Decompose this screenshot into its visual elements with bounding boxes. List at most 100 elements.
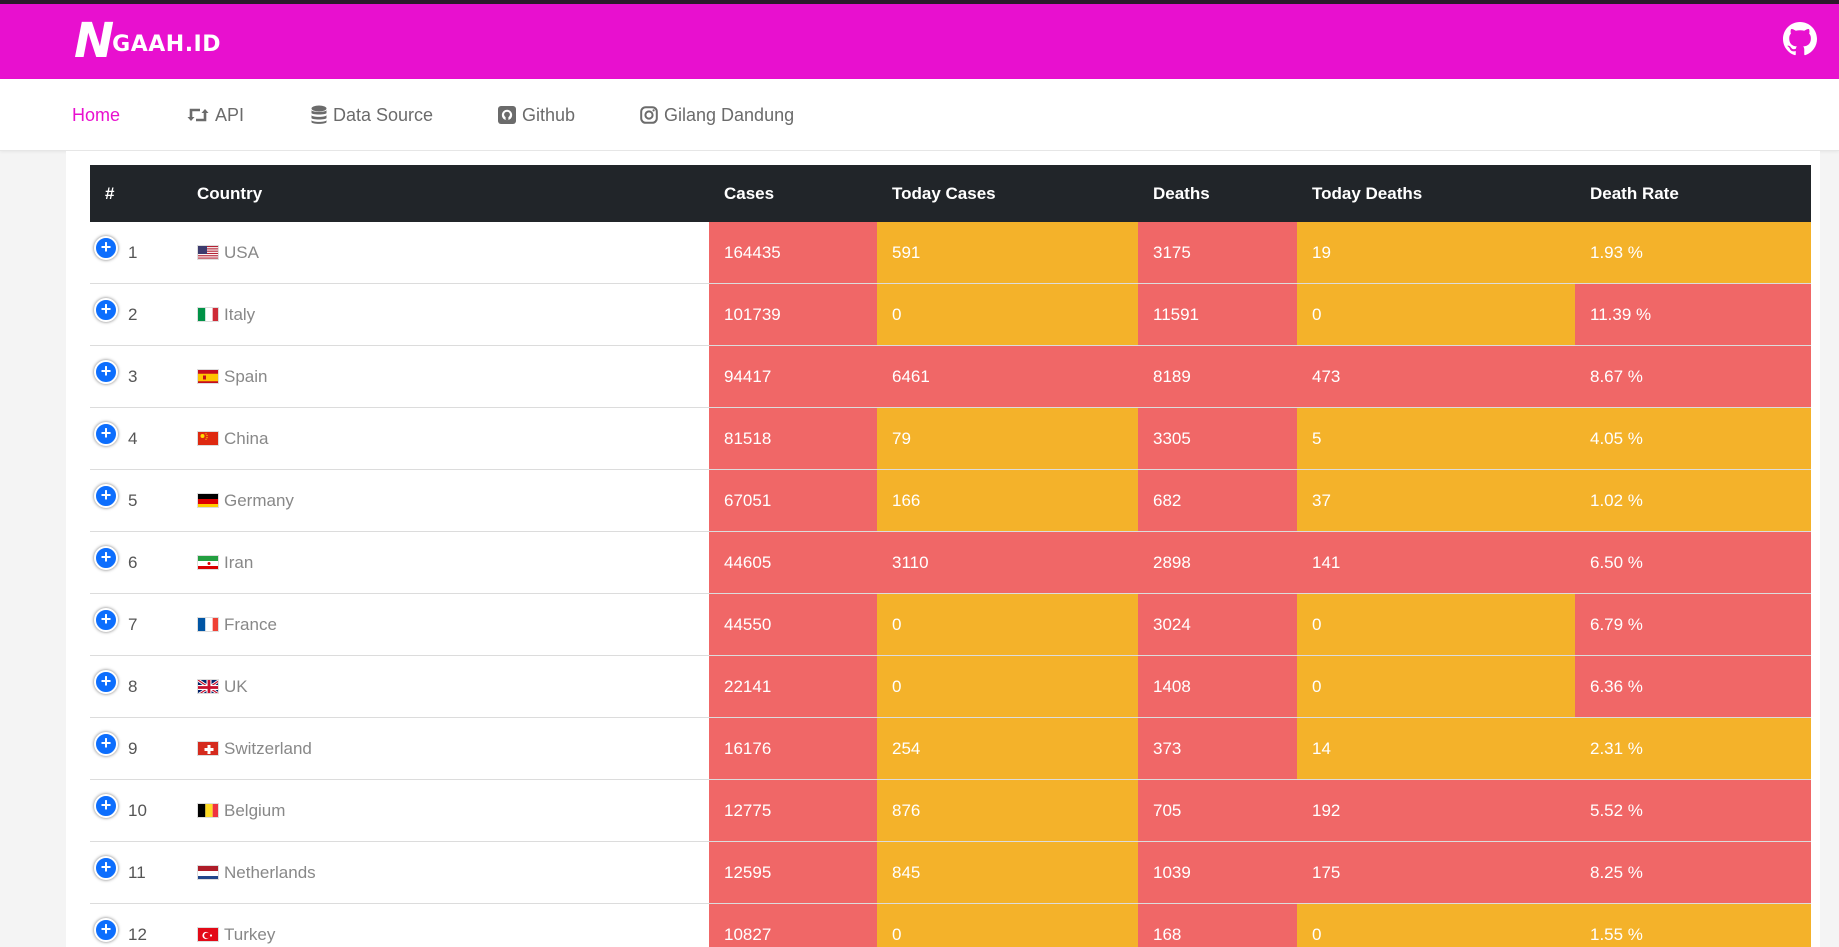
- today-deaths-cell: 37: [1297, 470, 1575, 531]
- deaths-cell: 682: [1138, 470, 1297, 531]
- nav-home[interactable]: Home: [72, 79, 120, 151]
- row-rank: 4: [128, 429, 138, 448]
- cases-cell: 12775: [709, 780, 877, 841]
- es-flag-icon: [197, 369, 219, 384]
- header-rank[interactable]: #: [105, 165, 114, 222]
- expand-row-icon[interactable]: +: [94, 298, 118, 322]
- header-death-rate[interactable]: Death Rate: [1590, 165, 1679, 222]
- expand-row-icon[interactable]: +: [94, 732, 118, 756]
- nav-api[interactable]: API: [187, 79, 244, 151]
- country-name[interactable]: Iran: [224, 532, 253, 593]
- deaths-cell: 3024: [1138, 594, 1297, 655]
- today-cases-cell: 6461: [877, 346, 1138, 407]
- deaths-cell: 2898: [1138, 532, 1297, 593]
- table-row[interactable]: +12 Turkey 10827 0 168 0 1.55 %: [90, 904, 1811, 947]
- nav-instagram-label: Gilang Dandung: [664, 104, 795, 125]
- cases-cell: 44550: [709, 594, 877, 655]
- table-row[interactable]: +1 USA 164435 591 3175 19 1.93 %: [90, 222, 1811, 284]
- expand-row-icon[interactable]: +: [94, 608, 118, 632]
- header-deaths[interactable]: Deaths: [1153, 165, 1210, 222]
- country-name[interactable]: UK: [224, 656, 248, 717]
- expand-row-icon[interactable]: +: [94, 856, 118, 880]
- brand-logo[interactable]: N GAAH.ID: [74, 13, 221, 69]
- cn-flag-icon: [197, 431, 219, 446]
- cases-cell: 44605: [709, 532, 877, 593]
- deaths-cell: 3305: [1138, 408, 1297, 469]
- fr-flag-icon: [197, 617, 219, 632]
- table-row[interactable]: +5 Germany 67051 166 682 37 1.02 %: [90, 470, 1811, 532]
- country-name[interactable]: Netherlands: [224, 842, 316, 903]
- today-deaths-cell: 192: [1297, 780, 1575, 841]
- country-name[interactable]: Germany: [224, 470, 294, 531]
- table-header: # Country Cases Today Cases Deaths Today…: [90, 165, 1811, 222]
- table-row[interactable]: +6 Iran 44605 3110 2898 141 6.50 %: [90, 532, 1811, 594]
- github-square-icon: [498, 106, 516, 124]
- table-row[interactable]: +9 Switzerland 16176 254 373 14 2.31 %: [90, 718, 1811, 780]
- table-row[interactable]: +10 Belgium 12775 876 705 192 5.52 %: [90, 780, 1811, 842]
- death-rate-cell: 8.67 %: [1575, 346, 1811, 407]
- expand-row-icon[interactable]: +: [94, 484, 118, 508]
- row-rank: 2: [128, 305, 138, 324]
- expand-row-icon[interactable]: +: [94, 360, 118, 384]
- top-bar: N GAAH.ID: [0, 4, 1839, 79]
- github-icon[interactable]: [1783, 22, 1817, 56]
- logo-letter: N: [74, 13, 114, 69]
- header-country[interactable]: Country: [197, 165, 262, 222]
- be-flag-icon: [197, 803, 219, 818]
- country-name[interactable]: Spain: [224, 346, 267, 407]
- nav-github-label: Github: [522, 104, 576, 125]
- cases-cell: 12595: [709, 842, 877, 903]
- today-deaths-cell: 0: [1297, 656, 1575, 717]
- table-row[interactable]: +3 Spain 94417 6461 8189 473 8.67 %: [90, 346, 1811, 408]
- country-name[interactable]: France: [224, 594, 277, 655]
- death-rate-cell: 6.36 %: [1575, 656, 1811, 717]
- expand-row-icon[interactable]: +: [94, 670, 118, 694]
- today-deaths-cell: 0: [1297, 284, 1575, 345]
- us-flag-icon: [197, 245, 219, 260]
- expand-row-icon[interactable]: +: [94, 236, 118, 260]
- expand-row-icon[interactable]: +: [94, 794, 118, 818]
- nav-instagram[interactable]: Gilang Dandung: [640, 79, 794, 151]
- expand-row-icon[interactable]: +: [94, 546, 118, 570]
- table-row[interactable]: +4 China 81518 79 3305 5 4.05 %: [90, 408, 1811, 470]
- header-cases[interactable]: Cases: [724, 165, 774, 222]
- nav-github[interactable]: Github: [498, 79, 575, 151]
- row-rank: 5: [128, 491, 138, 510]
- death-rate-cell: 8.25 %: [1575, 842, 1811, 903]
- death-rate-cell: 5.52 %: [1575, 780, 1811, 841]
- today-cases-cell: 591: [877, 222, 1138, 283]
- country-name[interactable]: USA: [224, 222, 259, 283]
- country-name[interactable]: China: [224, 408, 268, 469]
- nav-api-label: API: [215, 104, 245, 125]
- country-name[interactable]: Belgium: [224, 780, 285, 841]
- today-cases-cell: 0: [877, 284, 1138, 345]
- retweet-icon: [187, 108, 209, 122]
- death-rate-cell: 1.55 %: [1575, 904, 1811, 947]
- instagram-icon: [640, 106, 658, 124]
- country-name[interactable]: Switzerland: [224, 718, 312, 779]
- header-today-deaths[interactable]: Today Deaths: [1312, 165, 1422, 222]
- row-rank: 8: [128, 677, 138, 696]
- table-row[interactable]: +8 UK 22141 0 1408 0 6.36 %: [90, 656, 1811, 718]
- row-rank: 10: [128, 801, 147, 820]
- header-today-cases[interactable]: Today Cases: [892, 165, 996, 222]
- table-row[interactable]: +2 Italy 101739 0 11591 0 11.39 %: [90, 284, 1811, 346]
- death-rate-cell: 4.05 %: [1575, 408, 1811, 469]
- today-deaths-cell: 0: [1297, 904, 1575, 947]
- today-cases-cell: 845: [877, 842, 1138, 903]
- today-deaths-cell: 141: [1297, 532, 1575, 593]
- cases-cell: 16176: [709, 718, 877, 779]
- country-name[interactable]: Italy: [224, 284, 255, 345]
- expand-row-icon[interactable]: +: [94, 422, 118, 446]
- country-name[interactable]: Turkey: [224, 904, 275, 947]
- row-rank: 9: [128, 739, 138, 758]
- today-cases-cell: 3110: [877, 532, 1138, 593]
- row-rank: 1: [128, 243, 138, 262]
- today-deaths-cell: 14: [1297, 718, 1575, 779]
- table-row[interactable]: +7 France 44550 0 3024 0 6.79 %: [90, 594, 1811, 656]
- table-row[interactable]: +11 Netherlands 12595 845 1039 175 8.25 %: [90, 842, 1811, 904]
- today-deaths-cell: 19: [1297, 222, 1575, 283]
- nav-data-source[interactable]: Data Source: [311, 79, 433, 151]
- deaths-cell: 11591: [1138, 284, 1297, 345]
- expand-row-icon[interactable]: +: [94, 918, 118, 942]
